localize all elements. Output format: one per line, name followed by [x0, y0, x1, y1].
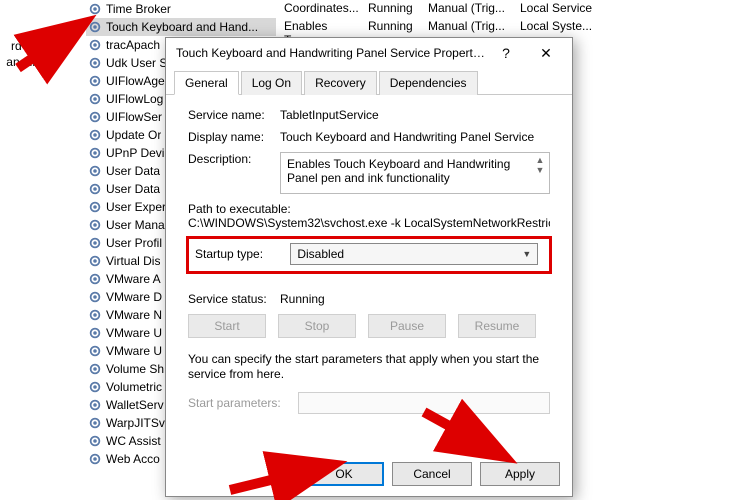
startup-type-value: Disabled	[297, 247, 344, 261]
dialog-footer: OK Cancel Apply	[304, 462, 560, 486]
gear-icon	[88, 74, 102, 88]
ok-button[interactable]: OK	[304, 462, 384, 486]
gear-icon	[88, 110, 102, 124]
close-button[interactable]: ✕	[526, 39, 566, 67]
gear-icon	[88, 434, 102, 448]
service-name: Web Acco	[106, 452, 160, 466]
gear-icon	[88, 182, 102, 196]
description-text: Enables Touch Keyboard and Handwriting P…	[287, 157, 510, 185]
gear-icon	[88, 38, 102, 52]
properties-dialog: Touch Keyboard and Handwriting Panel Ser…	[165, 37, 573, 497]
service-name: UIFlowSer	[106, 110, 162, 124]
gear-icon	[88, 218, 102, 232]
gear-icon	[88, 308, 102, 322]
service-name: Udk User S	[106, 56, 167, 70]
service-name: User Profil	[106, 236, 162, 250]
startup-highlight: Startup type: Disabled ▼	[186, 236, 552, 274]
stop-button: Stop	[278, 314, 356, 338]
service-name: Volumetric	[106, 380, 162, 394]
gear-icon	[88, 452, 102, 466]
service-name: UIFlowLog	[106, 92, 163, 106]
start-params-text: You can specify the start parameters tha…	[188, 352, 550, 382]
gear-icon	[88, 20, 102, 34]
start-button: Start	[188, 314, 266, 338]
dialog-title: Touch Keyboard and Handwriting Panel Ser…	[176, 46, 486, 60]
description-label: Description:	[188, 152, 280, 166]
startup-type-combo[interactable]: Disabled ▼	[290, 243, 538, 265]
tab-general[interactable]: General	[174, 71, 239, 95]
gear-icon	[88, 236, 102, 250]
service-name: Time Broker	[106, 2, 171, 16]
gear-icon	[88, 128, 102, 142]
service-name: WC Assist	[106, 434, 161, 448]
service-name: Update Or	[106, 128, 161, 142]
tab-recovery[interactable]: Recovery	[304, 71, 377, 95]
service-name: User Exper	[106, 200, 166, 214]
gear-icon	[88, 200, 102, 214]
service-name: VMware U	[106, 344, 162, 358]
chevron-down-icon: ▼	[522, 249, 531, 259]
service-name: WalletServ	[106, 398, 164, 412]
service-status-value: Running	[280, 292, 325, 306]
scroll-updown-icon[interactable]: ▲▼	[533, 155, 547, 175]
service-name: tracApach	[106, 38, 160, 52]
service-name: VMware A	[106, 272, 161, 286]
dialog-body: Service name: TabletInputService Display…	[178, 98, 560, 450]
service-status-label: Service status:	[188, 292, 280, 306]
list-item[interactable]: Touch Keyboard and Hand...	[86, 18, 276, 36]
display-name-value: Touch Keyboard and Handwriting Panel Ser…	[280, 130, 550, 144]
service-name: UPnP Devi	[106, 146, 164, 160]
service-name-label: Service name:	[188, 108, 280, 122]
list-item[interactable]: Time Broker	[86, 0, 276, 18]
cropped-context-text: rd and and ink	[0, 38, 45, 70]
services-grid-row-2: Enables Tou... Running Manual (Trig... L…	[278, 18, 604, 36]
description-box[interactable]: Enables Touch Keyboard and Handwriting P…	[280, 152, 550, 194]
gear-icon	[88, 146, 102, 160]
service-name-value: TabletInputService	[280, 108, 550, 122]
tab-strip: General Log On Recovery Dependencies	[166, 68, 572, 95]
gear-icon	[88, 56, 102, 70]
apply-button[interactable]: Apply	[480, 462, 560, 486]
gear-icon	[88, 326, 102, 340]
display-name-label: Display name:	[188, 130, 280, 144]
service-name: VMware U	[106, 326, 162, 340]
services-grid-row-1: Coordinates... Running Manual (Trig... L…	[278, 0, 604, 18]
pause-button: Pause	[368, 314, 446, 338]
startup-type-label: Startup type:	[195, 247, 287, 261]
service-name: User Data	[106, 182, 160, 196]
service-name: VMware N	[106, 308, 162, 322]
service-name: Volume Sh	[106, 362, 164, 376]
gear-icon	[88, 254, 102, 268]
dialog-titlebar[interactable]: Touch Keyboard and Handwriting Panel Ser…	[166, 38, 572, 68]
path-value: C:\WINDOWS\System32\svchost.exe -k Local…	[188, 216, 550, 230]
help-button[interactable]: ?	[486, 39, 526, 67]
gear-icon	[88, 2, 102, 16]
cancel-button[interactable]: Cancel	[392, 462, 472, 486]
gear-icon	[88, 92, 102, 106]
gear-icon	[88, 416, 102, 430]
service-name: WarpJITSv	[106, 416, 165, 430]
gear-icon	[88, 164, 102, 178]
tab-logon[interactable]: Log On	[241, 71, 302, 95]
start-params-input	[298, 392, 550, 414]
service-name: Touch Keyboard and Hand...	[106, 20, 258, 34]
resume-button: Resume	[458, 314, 536, 338]
gear-icon	[88, 290, 102, 304]
gear-icon	[88, 362, 102, 376]
service-name: User Mana	[106, 218, 165, 232]
gear-icon	[88, 380, 102, 394]
service-name: User Data	[106, 164, 160, 178]
path-label: Path to executable:	[188, 202, 550, 216]
gear-icon	[88, 272, 102, 286]
start-params-label: Start parameters:	[188, 396, 298, 410]
tab-dependencies[interactable]: Dependencies	[379, 71, 478, 95]
service-name: VMware D	[106, 290, 162, 304]
service-name: UIFlowAge	[106, 74, 165, 88]
gear-icon	[88, 398, 102, 412]
service-name: Virtual Dis	[106, 254, 160, 268]
gear-icon	[88, 344, 102, 358]
